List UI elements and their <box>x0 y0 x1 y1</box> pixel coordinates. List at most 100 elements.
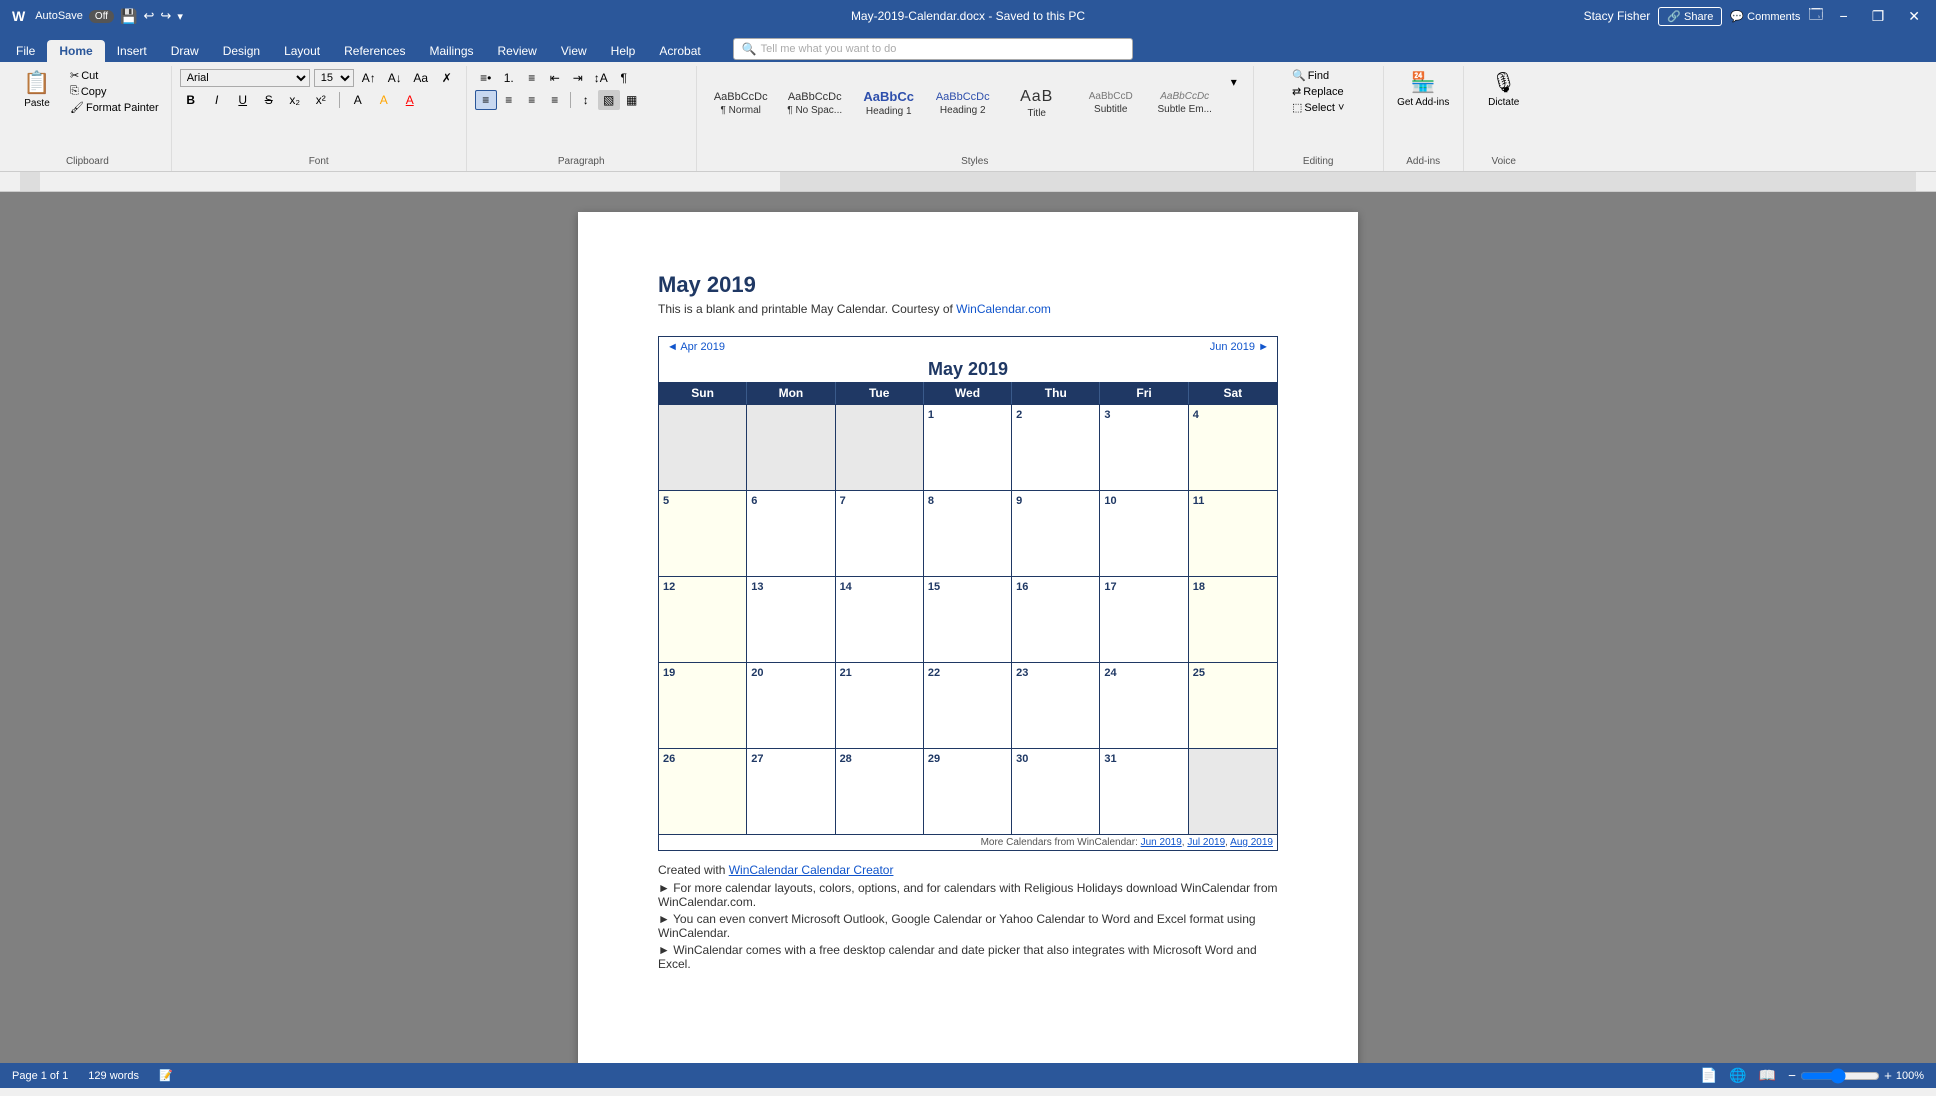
bold-button[interactable]: B <box>180 90 202 110</box>
font-group-label: Font <box>309 156 329 169</box>
numbering-button[interactable]: 1. <box>498 68 520 88</box>
cal-cell-5: 5 <box>659 491 747 576</box>
cal-cell-10: 10 <box>1100 491 1188 576</box>
cal-cell-7: 7 <box>836 491 924 576</box>
multilevel-list-button[interactable]: ≡ <box>521 68 543 88</box>
wincalendar-link[interactable]: WinCalendar.com <box>956 302 1051 316</box>
increase-indent-button[interactable]: ⇥ <box>567 68 589 88</box>
calendar: ◄ Apr 2019 Jun 2019 ► May 2019 Sun Mon T… <box>658 336 1278 851</box>
grow-font-button[interactable]: A↑ <box>358 68 380 88</box>
save-button[interactable]: 💾 <box>120 8 137 25</box>
tab-design[interactable]: Design <box>211 40 272 62</box>
cal-week-2: 5 6 7 8 9 10 11 <box>659 490 1277 576</box>
tab-file[interactable]: File <box>4 40 47 62</box>
align-left-button[interactable]: ≡ <box>475 90 497 110</box>
prev-month-link[interactable]: ◄ Apr 2019 <box>667 341 725 353</box>
print-layout-button[interactable]: 📄 <box>1700 1067 1717 1084</box>
change-case-button[interactable]: Aa <box>410 68 432 88</box>
line-spacing-button[interactable]: ↕ <box>575 90 597 110</box>
copy-button[interactable]: ⎘ Copy <box>66 84 163 99</box>
subscript-button[interactable]: x₂ <box>284 90 306 110</box>
zoom-control: − + 100% <box>1788 1068 1924 1084</box>
zoom-out-button[interactable]: − <box>1788 1068 1796 1083</box>
tab-acrobat[interactable]: Acrobat <box>647 40 712 62</box>
bullets-button[interactable]: ≡• <box>475 68 497 88</box>
undo-button[interactable]: ↩ <box>144 8 155 24</box>
next-month-link[interactable]: Jun 2019 ► <box>1210 341 1269 353</box>
tab-mailings[interactable]: Mailings <box>417 40 485 62</box>
tell-me-search[interactable]: 🔍 Tell me what you want to do <box>733 38 1133 60</box>
cal-week-5: 26 27 28 29 30 31 <box>659 748 1277 834</box>
sort-button[interactable]: ↕A <box>590 68 612 88</box>
redo-button[interactable]: ↪ <box>160 8 171 24</box>
select-button[interactable]: ⬚ Select ˅ <box>1288 100 1348 115</box>
tab-review[interactable]: Review <box>486 40 549 62</box>
style-subtle-em[interactable]: AaBbCcDc Subtle Em... <box>1149 68 1221 138</box>
underline-button[interactable]: U <box>232 90 254 110</box>
replace-button[interactable]: ⇄ Replace <box>1288 84 1348 99</box>
tab-draw[interactable]: Draw <box>159 40 211 62</box>
font-size-select[interactable]: 15 <box>314 69 354 87</box>
tab-home[interactable]: Home <box>47 40 104 62</box>
shading-button[interactable]: ▧ <box>598 90 620 110</box>
justify-button[interactable]: ≡ <box>544 90 566 110</box>
superscript-button[interactable]: x² <box>310 90 332 110</box>
cal-header-mon: Mon <box>747 382 835 404</box>
document-area[interactable]: May 2019 This is a blank and printable M… <box>0 192 1936 1063</box>
style-title[interactable]: AaB Title <box>1001 68 1073 138</box>
zoom-in-button[interactable]: + <box>1884 1068 1892 1083</box>
ribbon-display-button[interactable]: 🗔 <box>1808 4 1823 28</box>
borders-button[interactable]: ▦ <box>621 90 643 110</box>
decrease-indent-button[interactable]: ⇤ <box>544 68 566 88</box>
text-highlight-button[interactable]: A <box>373 90 395 110</box>
dictate-button[interactable]: 🎙 Dictate <box>1484 68 1524 110</box>
share-button[interactable]: 🔗 Share <box>1658 7 1722 26</box>
cal-cell-1: 1 <box>924 405 1012 490</box>
title-bar-controls: Stacy Fisher 🔗 Share 💬 Comments 🗔 − ❐ ✕ <box>1584 4 1928 28</box>
style-no-spacing[interactable]: AaBbCcDc ¶ No Spac... <box>779 68 851 138</box>
minimize-button[interactable]: − <box>1832 6 1856 26</box>
get-addins-button[interactable]: 🏪 Get Add-ins <box>1393 68 1453 110</box>
tab-help[interactable]: Help <box>599 40 648 62</box>
clear-format-button[interactable]: ✗ <box>436 68 458 88</box>
autosave-toggle[interactable]: Off <box>89 10 114 23</box>
text-effect-button[interactable]: A <box>347 90 369 110</box>
format-painter-button[interactable]: 🖌 Format Painter <box>66 100 163 115</box>
cut-icon: ✂ <box>70 69 79 82</box>
jun2019-link[interactable]: Jun 2019 <box>1141 837 1182 848</box>
aug2019-link[interactable]: Aug 2019 <box>1230 837 1273 848</box>
shrink-font-button[interactable]: A↓ <box>384 68 406 88</box>
read-mode-button[interactable]: 📖 <box>1759 1067 1776 1084</box>
restore-button[interactable]: ❐ <box>1864 6 1893 27</box>
tab-references[interactable]: References <box>332 40 417 62</box>
align-center-button[interactable]: ≡ <box>498 90 520 110</box>
style-subtitle[interactable]: AaBbCcD Subtitle <box>1075 68 1147 138</box>
font-name-select[interactable]: Arial <box>180 69 310 87</box>
tab-insert[interactable]: Insert <box>105 40 159 62</box>
document-title: May 2019 <box>658 272 1278 298</box>
font-color-button[interactable]: A <box>399 90 421 110</box>
cal-cell-empty-2 <box>747 405 835 490</box>
italic-button[interactable]: I <box>206 90 228 110</box>
created-with-text: Created with WinCalendar Calendar Creato… <box>658 863 1278 877</box>
style-heading2[interactable]: AaBbCcDc Heading 2 <box>927 68 999 138</box>
comments-button[interactable]: 💬 Comments <box>1730 10 1800 23</box>
strikethrough-button[interactable]: S <box>258 90 280 110</box>
cut-button[interactable]: ✂ Cut <box>66 68 163 83</box>
align-right-button[interactable]: ≡ <box>521 90 543 110</box>
show-hide-button[interactable]: ¶ <box>613 68 635 88</box>
paste-button[interactable]: 📋 Paste <box>12 68 62 111</box>
web-layout-button[interactable]: 🌐 <box>1729 1067 1746 1084</box>
find-button[interactable]: 🔍 Find <box>1288 68 1348 83</box>
customize-qat-button[interactable]: ▾ <box>177 10 183 23</box>
calendar-creator-link[interactable]: WinCalendar Calendar Creator <box>729 863 894 877</box>
cal-cell-14: 14 <box>836 577 924 662</box>
jul2019-link[interactable]: Jul 2019 <box>1187 837 1225 848</box>
styles-more-button[interactable]: ▾ <box>1223 72 1245 92</box>
style-heading1[interactable]: AaBbCc Heading 1 <box>853 68 925 138</box>
close-button[interactable]: ✕ <box>1900 6 1928 27</box>
zoom-slider[interactable] <box>1800 1068 1880 1084</box>
style-normal[interactable]: AaBbCcDc ¶ Normal <box>705 68 777 138</box>
tab-layout[interactable]: Layout <box>272 40 332 62</box>
tab-view[interactable]: View <box>549 40 599 62</box>
